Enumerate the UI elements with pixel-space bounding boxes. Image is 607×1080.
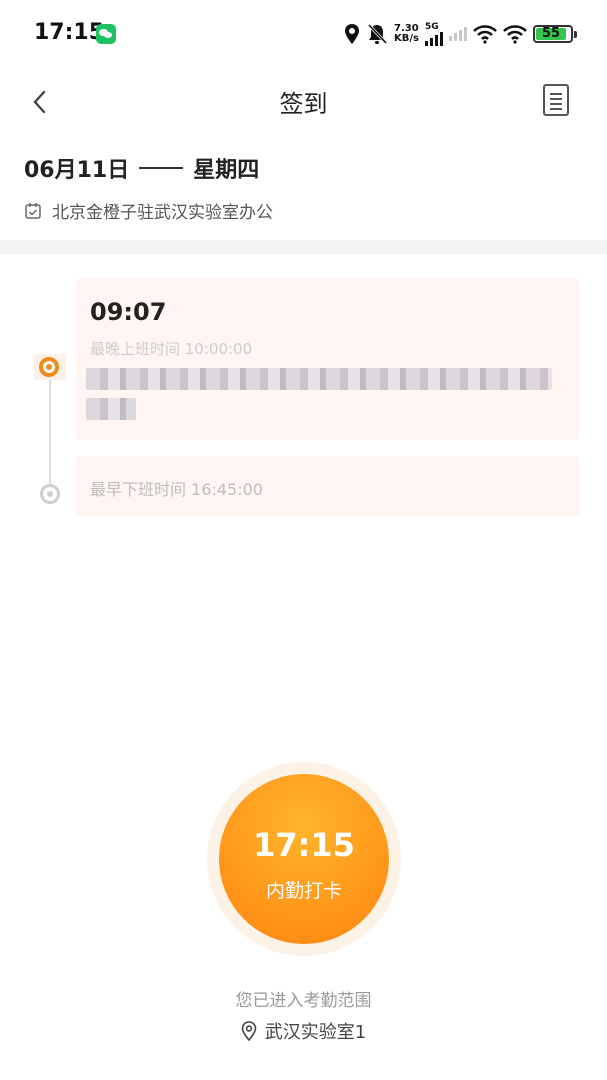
status-time: 17:15 (34, 20, 105, 45)
signal-icon (425, 32, 443, 46)
status-bar: 17:15 7.30 KB/s 5G 55 (0, 0, 607, 66)
blurred-address-line-2 (86, 398, 136, 420)
check-in-card[interactable]: 09:07 最晚上班时间 10:00:00 (76, 278, 579, 440)
location-row[interactable]: 武汉实验室1 (0, 1018, 607, 1044)
check-out-limit: 最早下班时间 16:45:00 (90, 480, 263, 499)
punch-time: 17:15 (253, 826, 355, 864)
range-status: 您已进入考勤范围 (235, 991, 372, 1011)
weekday-text: 星期四 (193, 158, 260, 183)
page-title: 签到 (279, 90, 328, 118)
attendance-group: 北京金橙子驻武汉实验室办公 (24, 198, 273, 223)
check-in-time: 09:07 (90, 298, 167, 326)
wifi-icon-2 (503, 25, 527, 44)
date-separator (139, 167, 184, 169)
punch-button[interactable]: 17:15 内勤打卡 (219, 774, 389, 944)
location-pin-icon (241, 1021, 257, 1041)
list-document-icon[interactable] (543, 84, 569, 116)
date-header: 06月11日 星期四 (24, 152, 259, 184)
signal-indicator: 5G (425, 22, 443, 46)
punch-label: 内勤打卡 (265, 880, 342, 902)
bell-mute-icon (367, 23, 388, 45)
location-icon (345, 24, 360, 44)
group-name: 北京金橙子驻武汉实验室办公 (52, 203, 273, 223)
wifi-icon (473, 25, 497, 44)
check-in-limit: 最晚上班时间 10:00:00 (90, 340, 253, 358)
network-speed-unit: KB/s (394, 33, 419, 44)
network-speed: 7.30 KB/s (394, 24, 419, 44)
battery-tip (574, 31, 577, 38)
battery-icon: 55 (533, 25, 577, 43)
battery-level: 55 (541, 26, 561, 41)
network-type: 5G (425, 22, 439, 32)
check-out-card[interactable]: 最早下班时间 16:45:00 (76, 456, 579, 516)
section-divider (0, 240, 607, 254)
timeline-dot-active (39, 357, 59, 377)
date-text: 06月11日 (24, 158, 130, 183)
timeline-line (49, 375, 51, 485)
calendar-check-icon (25, 202, 41, 219)
blurred-address-line (86, 368, 552, 390)
status-icons: 7.30 KB/s 5G 55 (344, 20, 577, 48)
timeline-dot (40, 484, 60, 504)
signal-secondary-icon (449, 27, 467, 41)
nav-bar: 签到 (0, 66, 607, 136)
location-name: 武汉实验室1 (264, 1022, 367, 1043)
wechat-icon (96, 24, 116, 44)
